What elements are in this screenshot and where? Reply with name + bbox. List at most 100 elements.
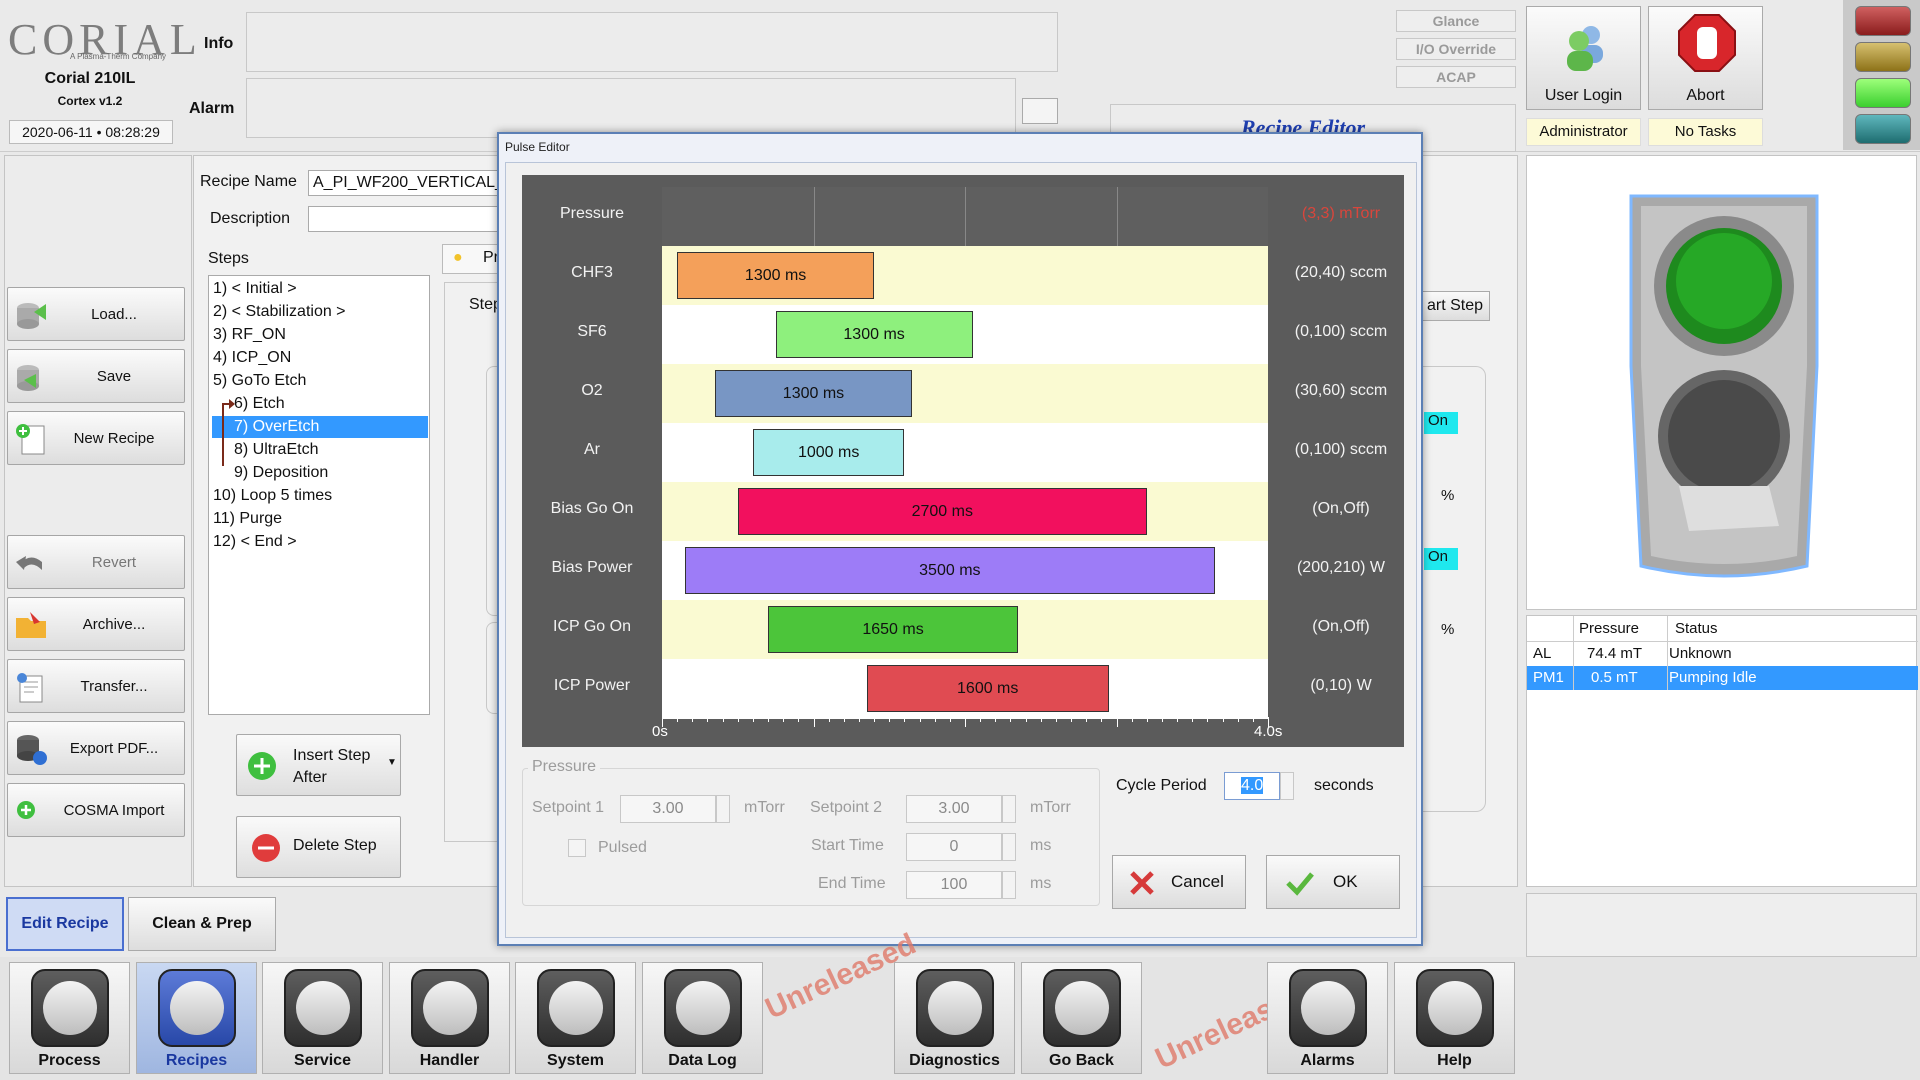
setpoint1-input[interactable]: 3.00 xyxy=(620,795,716,823)
end-time-label: End Time xyxy=(818,875,886,892)
tab-clean-prep[interactable]: Clean & Prep xyxy=(128,897,276,951)
step-item[interactable]: 10) Loop 5 times xyxy=(213,485,332,507)
start-time-input[interactable]: 0 xyxy=(906,833,1002,861)
transfer-document-icon xyxy=(17,673,43,703)
row-range-label: (30,60) sccm xyxy=(1294,382,1388,399)
nav-handler-button[interactable]: Handler xyxy=(389,962,510,1074)
start-step-button[interactable]: art Step xyxy=(1420,291,1490,321)
user-login-button[interactable]: User Login xyxy=(1526,6,1641,110)
step-item[interactable]: 1) < Initial > xyxy=(213,278,297,300)
datetime: 2020-06-11 • 08:28:29 xyxy=(9,120,173,144)
row-range-label: (On,Off) xyxy=(1312,618,1370,635)
nav-recipes-button[interactable]: Recipes xyxy=(136,962,257,1074)
nav-system-button[interactable]: System xyxy=(515,962,636,1074)
step-item-selected[interactable]: 7) OverEtch xyxy=(212,416,428,438)
revert-label: Revert xyxy=(91,553,137,571)
icon-face xyxy=(423,981,477,1035)
axis-tick xyxy=(1268,717,1269,727)
table-row[interactable]: AL 74.4 mT Unknown xyxy=(1527,642,1918,666)
pulse-bar[interactable]: 3500 ms xyxy=(684,547,1215,594)
abort-label: Abort xyxy=(1686,87,1725,104)
pulse-bar[interactable]: 1650 ms xyxy=(768,606,1019,653)
stop-hand-icon xyxy=(1678,14,1736,72)
archive-button[interactable]: Archive... xyxy=(7,597,185,651)
setpoint2-unit: mTorr xyxy=(1030,799,1071,816)
step-item[interactable]: 3) RF_ON xyxy=(213,324,286,346)
cancel-button[interactable]: Cancel xyxy=(1112,855,1246,909)
setpoint2-spinner[interactable] xyxy=(1002,795,1016,823)
step-item[interactable]: 11) Purge xyxy=(213,508,282,530)
pulse-bar[interactable]: 1300 ms xyxy=(715,370,912,417)
load-button[interactable]: Load... xyxy=(7,287,185,341)
nav-data-log-button[interactable]: Data Log xyxy=(642,962,763,1074)
icon-face xyxy=(43,981,97,1035)
description-input[interactable] xyxy=(308,206,500,232)
nav-alarms-button[interactable]: Alarms xyxy=(1267,962,1388,1074)
pulse-plot[interactable]: 1300 ms 1300 ms 1300 ms 1000 ms 2700 ms 3500 … xyxy=(662,187,1268,718)
cycle-period-spinner[interactable] xyxy=(1280,772,1294,800)
setpoint1-spinner[interactable] xyxy=(716,795,730,823)
cosma-import-button[interactable]: COSMA Import xyxy=(7,783,185,837)
insert-step-label: Insert Step After xyxy=(293,747,371,786)
table-row-selected[interactable]: PM1 0.5 mT Pumping Idle xyxy=(1527,666,1918,690)
column-header-pressure: Pressure xyxy=(1579,620,1640,637)
pulse-bar[interactable]: 1300 ms xyxy=(775,311,973,358)
pulse-bar[interactable]: 2700 ms xyxy=(737,488,1147,535)
pulsed-checkbox[interactable] xyxy=(568,839,586,857)
new-recipe-button[interactable]: New Recipe xyxy=(7,411,185,465)
step-item[interactable]: 5) GoTo Etch xyxy=(213,370,306,392)
setpoint1-label: Setpoint 1 xyxy=(532,799,605,816)
io-override-button[interactable]: I/O Override xyxy=(1396,38,1516,60)
export-pdf-button[interactable]: Export PDF... xyxy=(7,721,185,775)
loop-bracket-icon xyxy=(222,399,235,466)
step-item[interactable]: 6) Etch xyxy=(234,393,285,415)
recipe-name-label: Recipe Name xyxy=(200,173,297,190)
save-button[interactable]: Save xyxy=(7,349,185,403)
nav-process-button[interactable]: Process xyxy=(9,962,130,1074)
row-label: ICP Go On xyxy=(553,618,631,635)
grid-line xyxy=(965,187,966,246)
nav-help-button[interactable]: Help xyxy=(1394,962,1515,1074)
step-item[interactable]: 8) UltraEtch xyxy=(234,439,318,461)
cancel-label: Cancel xyxy=(1171,872,1224,891)
traffic-light-icon xyxy=(1629,194,1819,578)
setpoint2-input[interactable]: 3.00 xyxy=(906,795,1002,823)
start-time-spinner[interactable] xyxy=(1002,833,1016,861)
end-time-spinner[interactable] xyxy=(1002,871,1016,899)
info-label: Info xyxy=(204,35,234,52)
transfer-button[interactable]: Transfer... xyxy=(7,659,185,713)
tab-partial[interactable]: ● Pr xyxy=(442,244,499,274)
cycle-period-input[interactable]: 4.0 xyxy=(1224,772,1280,800)
step-item[interactable]: 2) < Stabilization > xyxy=(213,301,346,323)
go-back-icon xyxy=(1043,969,1121,1047)
help-icon xyxy=(1416,969,1494,1047)
nav-service-button[interactable]: Service xyxy=(262,962,383,1074)
row-label: Ar xyxy=(584,441,600,458)
pulse-bar[interactable]: 1600 ms xyxy=(866,665,1109,712)
percent-label: % xyxy=(1441,621,1455,638)
step-item[interactable]: 12) < End > xyxy=(213,531,297,553)
nav-diagnostics-button[interactable]: Diagnostics xyxy=(894,962,1015,1074)
abort-button[interactable]: Abort xyxy=(1648,6,1763,110)
pulse-bar[interactable]: 1300 ms xyxy=(677,252,875,299)
steps-list[interactable]: 1) < Initial > 2) < Stabilization > 3) R… xyxy=(208,275,430,715)
pulse-bar[interactable]: 1000 ms xyxy=(752,429,905,476)
nav-go-back-button[interactable]: Go Back xyxy=(1021,962,1142,1074)
acap-button[interactable]: ACAP xyxy=(1396,66,1516,88)
check-icon xyxy=(1286,872,1314,896)
revert-button[interactable]: Revert xyxy=(7,535,185,589)
end-time-input[interactable]: 100 xyxy=(906,871,1002,899)
logo-subtitle: A Plasma-Therm Company xyxy=(70,52,167,61)
ok-button[interactable]: OK xyxy=(1266,855,1400,909)
step-item[interactable]: 4) ICP_ON xyxy=(213,347,291,369)
tab-edit-recipe[interactable]: Edit Recipe xyxy=(6,897,124,951)
cycle-period-unit: seconds xyxy=(1314,777,1374,794)
recipe-name-input[interactable]: A_PI_WF200_VERTICAL_L xyxy=(308,170,500,196)
export-database-icon xyxy=(17,735,47,765)
row-range-label: (0,100) sccm xyxy=(1294,323,1388,340)
alarm-ack-button[interactable] xyxy=(1022,98,1058,124)
insert-step-button[interactable]: Insert Step After ▼ xyxy=(236,734,401,796)
step-item[interactable]: 9) Deposition xyxy=(234,462,328,484)
delete-step-button[interactable]: Delete Step xyxy=(236,816,401,878)
glance-button[interactable]: Glance xyxy=(1396,10,1516,32)
